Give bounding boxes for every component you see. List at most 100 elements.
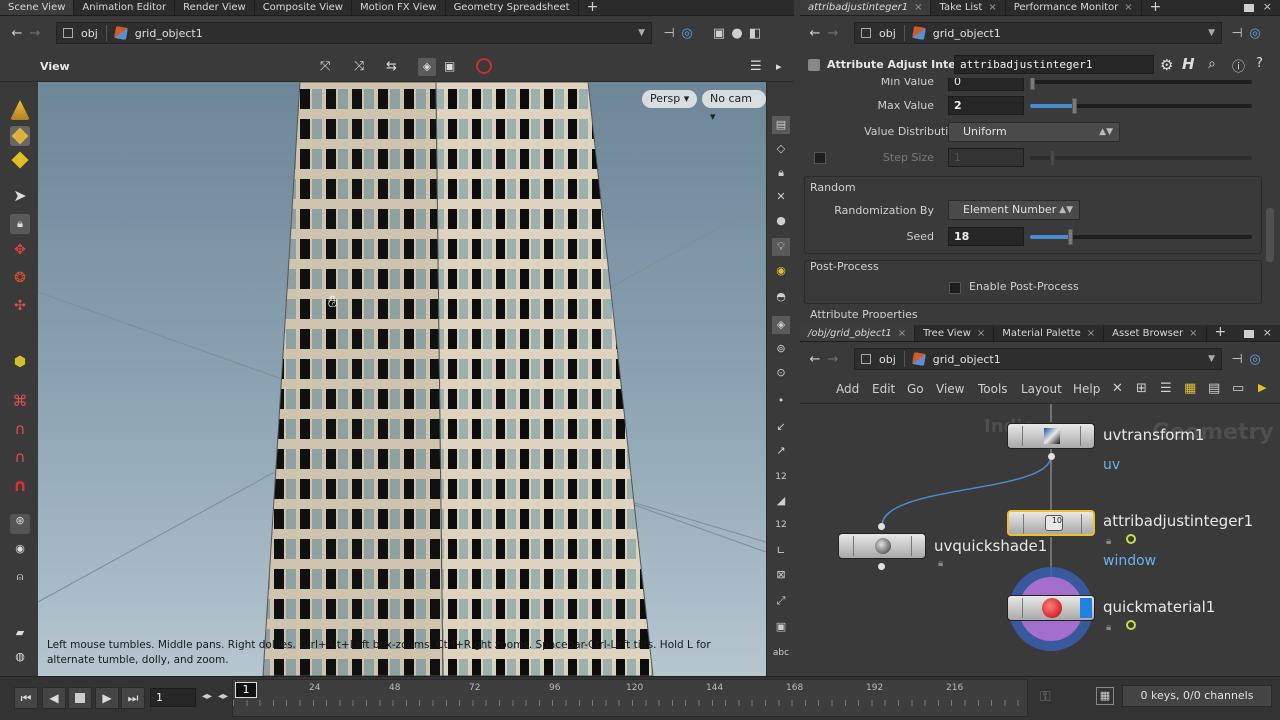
close-icon[interactable]: × bbox=[988, 0, 996, 15]
camera-icon[interactable]: ▣ bbox=[710, 26, 728, 41]
tab-scene-view[interactable]: Scene View bbox=[0, 0, 75, 15]
back-arrow-icon[interactable]: ← bbox=[806, 26, 824, 41]
node-attribadjustinteger1[interactable]: 10 bbox=[1007, 510, 1095, 536]
scale-tool-icon[interactable] bbox=[10, 126, 30, 146]
menu-add[interactable]: Add bbox=[836, 382, 859, 396]
pin-icon[interactable]: ⊣ bbox=[1228, 26, 1246, 41]
step-key-icon[interactable]: ◂▸ bbox=[218, 691, 228, 702]
jump-start-button[interactable]: ⏮ bbox=[14, 687, 38, 709]
network-path-box[interactable]: obj grid_object1 ▼ bbox=[854, 348, 1222, 370]
timeline-ruler[interactable]: 1 24 48 72 96 120 144 168 192 216 bbox=[232, 679, 1028, 717]
link-icon[interactable]: ◎ bbox=[678, 26, 696, 41]
sphere-icon[interactable]: ● bbox=[728, 26, 746, 41]
forward-arrow-icon[interactable]: → bbox=[824, 352, 842, 367]
vector-display-icon[interactable]: ↗ bbox=[772, 442, 790, 460]
seed-field[interactable]: 18 bbox=[948, 227, 1024, 246]
list-icon[interactable]: ☰ bbox=[1160, 381, 1172, 396]
chevron-down-icon[interactable]: ▼ bbox=[638, 28, 645, 38]
chevron-down-icon[interactable]: ▼ bbox=[1208, 354, 1215, 364]
search-icon[interactable]: ⌕ bbox=[1208, 56, 1216, 72]
snap-grid-icon[interactable]: ⌘ bbox=[10, 392, 30, 412]
close-icon[interactable]: × bbox=[898, 326, 906, 341]
close-pane-icon[interactable]: × bbox=[1263, 326, 1272, 339]
back-arrow-icon[interactable]: ← bbox=[8, 26, 26, 41]
profile-icon[interactable]: ⊠ bbox=[772, 566, 790, 584]
menu-help[interactable]: Help bbox=[1073, 382, 1100, 396]
node-bypass-icon[interactable] bbox=[1126, 620, 1136, 630]
pane-menu-icon[interactable]: ▸ bbox=[776, 60, 782, 73]
display-grid-icon[interactable]: ▤ bbox=[772, 116, 790, 134]
wrench-icon[interactable]: ✕ bbox=[1112, 381, 1123, 396]
grid-view-icon[interactable]: ▦ bbox=[1184, 381, 1196, 396]
light-icon[interactable]: ⍝ bbox=[10, 570, 30, 590]
construction-plane-icon[interactable]: ⊛ bbox=[10, 514, 30, 534]
value-distribution-menu[interactable]: Uniform ▲▼ bbox=[948, 122, 1120, 142]
max-value-slider[interactable] bbox=[1030, 98, 1252, 114]
select-arrow-icon[interactable]: ➤ bbox=[10, 186, 30, 206]
node-quickmaterial1[interactable] bbox=[1007, 595, 1095, 621]
move-tool-icon[interactable]: ✥ bbox=[10, 242, 30, 262]
node-lock-icon[interactable]: 🔒︎ bbox=[938, 558, 943, 569]
wireframe-icon[interactable]: ◇ bbox=[772, 140, 790, 158]
tab-performance-monitor[interactable]: Performance Monitor × bbox=[1006, 0, 1142, 15]
add-tab-button[interactable]: + bbox=[1142, 0, 1170, 15]
tab-tree-view[interactable]: Tree View × bbox=[915, 325, 995, 341]
tab-animation-editor[interactable]: Animation Editor bbox=[74, 0, 176, 15]
menu-view[interactable]: View bbox=[936, 382, 964, 396]
current-frame-marker[interactable]: 1 bbox=[235, 682, 257, 698]
select-points-icon[interactable]: ⤨ bbox=[354, 59, 364, 74]
max-value-field[interactable]: 2 bbox=[948, 96, 1024, 115]
lock-camera-icon[interactable]: 🔒︎ bbox=[772, 164, 790, 182]
path-node[interactable]: grid_object1 bbox=[135, 27, 203, 40]
normal-display-icon[interactable]: ↙ bbox=[772, 418, 790, 436]
param-scrollbar[interactable] bbox=[1266, 208, 1274, 262]
input-port[interactable] bbox=[878, 523, 885, 530]
scale-handle-icon[interactable]: ✣ bbox=[10, 298, 30, 318]
node-lock-icon[interactable]: 🔒︎ bbox=[1106, 622, 1111, 633]
min-value-field[interactable]: 0 bbox=[948, 78, 1024, 91]
output-port[interactable] bbox=[878, 563, 885, 570]
tab-asset-browser[interactable]: Asset Browser × bbox=[1104, 325, 1207, 341]
close-x-icon[interactable]: ✕ bbox=[772, 188, 790, 206]
step-frame-icon[interactable]: ◂▸ bbox=[202, 691, 212, 702]
edge-icon[interactable]: ◢ bbox=[772, 492, 790, 510]
snap-point-icon[interactable]: ∩ bbox=[10, 448, 30, 468]
play-button[interactable]: ▶ bbox=[95, 687, 119, 709]
frame-field[interactable]: 1 bbox=[150, 688, 196, 707]
ghost-icon[interactable]: ⊚ bbox=[772, 340, 790, 358]
keyframe-key-icon[interactable]: ⚿ bbox=[1040, 689, 1051, 705]
link-icon[interactable]: ◎ bbox=[1246, 26, 1264, 41]
tab-render-view[interactable]: Render View bbox=[175, 0, 255, 15]
isolate-icon[interactable]: ⊙ bbox=[772, 364, 790, 382]
menu-edit[interactable]: Edit bbox=[872, 382, 895, 396]
view-tool-icon[interactable] bbox=[10, 150, 30, 170]
flat-shade-icon[interactable]: ◓ bbox=[772, 288, 790, 306]
lighting-icon[interactable]: 💡︎ bbox=[772, 238, 790, 256]
back-arrow-icon[interactable]: ← bbox=[806, 352, 824, 367]
persp-dropdown[interactable]: Persp ▾ bbox=[642, 90, 698, 108]
network-editor[interactable]: Indie Geometry uvtransform1 uv 10 attrib… bbox=[800, 404, 1280, 676]
select-geometry-icon[interactable]: ⤧ bbox=[320, 59, 330, 74]
rotate-tool-icon[interactable]: ❂ bbox=[10, 270, 30, 290]
node-uvtransform1[interactable] bbox=[1007, 423, 1095, 449]
display-options-icon[interactable]: ◧ bbox=[746, 26, 764, 41]
bounding-box-icon[interactable]: ▣ bbox=[772, 618, 790, 636]
text-display-icon[interactable]: abc bbox=[772, 644, 790, 662]
help-icon[interactable]: ? bbox=[1256, 56, 1263, 71]
min-value-slider[interactable] bbox=[1030, 78, 1252, 90]
handle-tool-icon[interactable] bbox=[10, 100, 30, 120]
tangent-icon[interactable]: ⤢ bbox=[772, 592, 790, 610]
play-reverse-button[interactable]: ◀ bbox=[42, 687, 66, 709]
forward-arrow-icon[interactable]: → bbox=[26, 26, 44, 41]
step-size-toggle[interactable] bbox=[814, 152, 826, 164]
info-icon[interactable]: ⓘ bbox=[1232, 56, 1245, 75]
light-bulb-icon[interactable]: ◉ bbox=[772, 262, 790, 280]
tab-composite-view[interactable]: Composite View bbox=[255, 0, 352, 15]
snap-magnet-icon[interactable]: ∩ bbox=[10, 476, 30, 496]
pin-icon[interactable]: ⊣ bbox=[660, 26, 678, 41]
snap-prim-icon[interactable]: ∩ bbox=[10, 420, 30, 440]
chevron-down-icon[interactable]: ▼ bbox=[1208, 28, 1215, 38]
brush-icon[interactable]: ▰ bbox=[10, 626, 30, 646]
select-edges-icon[interactable]: ⇆ bbox=[386, 59, 397, 74]
tab-motion-fx-view[interactable]: Motion FX View bbox=[352, 0, 446, 15]
